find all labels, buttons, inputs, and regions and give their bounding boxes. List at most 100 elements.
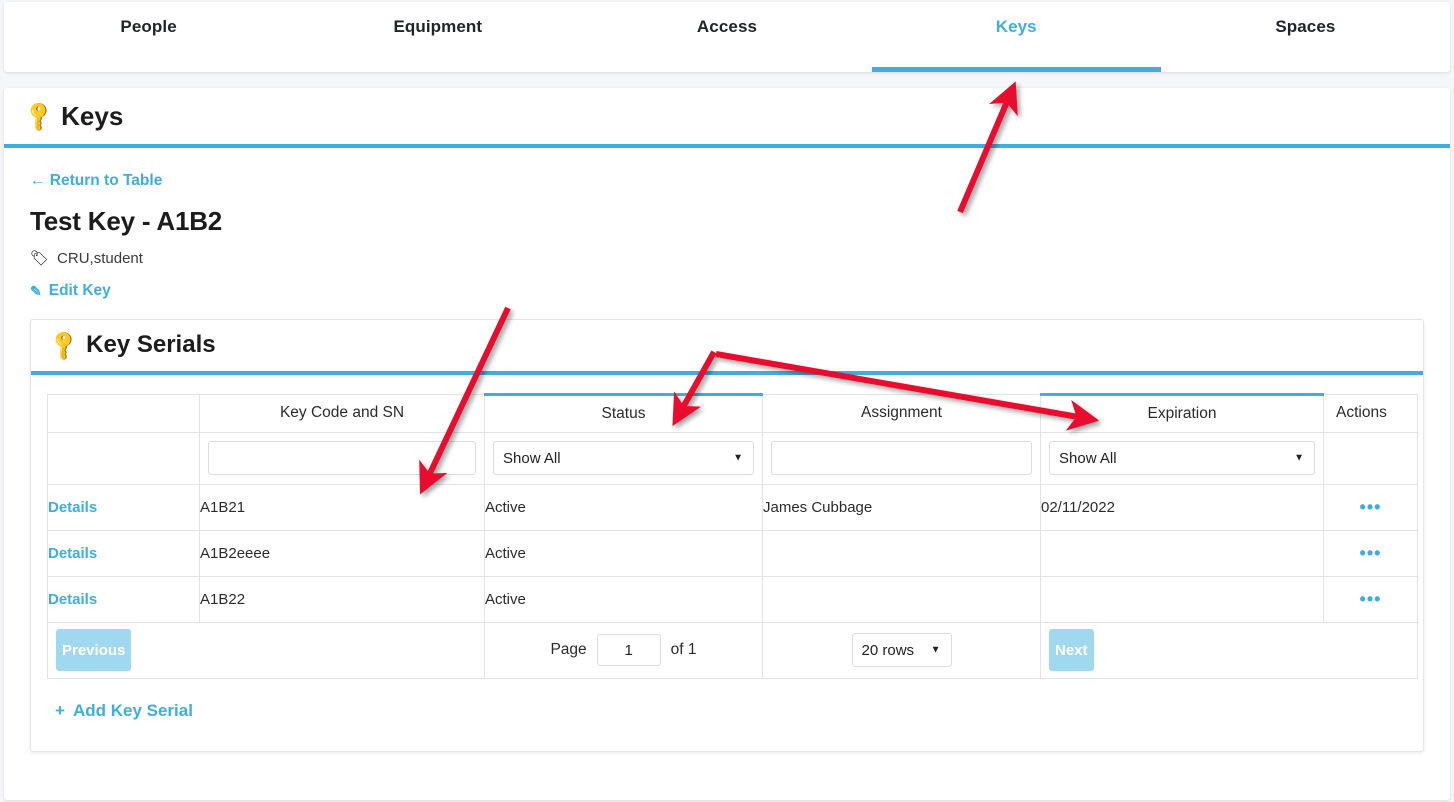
column-header-assignment[interactable]: Assignment [763,394,1041,432]
key-serials-header: 🔑 Key Serials [31,320,1423,375]
table-row: Details A1B2eeee Active ••• [48,530,1418,576]
page-body: ← Return to Table Test Key - A1B2 🏷 CRU,… [4,148,1450,752]
tag-icon: 🏷 [30,249,49,267]
return-to-table-link[interactable]: ← Return to Table [30,172,162,190]
tab-equipment[interactable]: Equipment [293,2,582,72]
tab-spaces[interactable]: Spaces [1161,2,1450,72]
status-filter-value: Show All [503,450,561,467]
filter-cell-status: Show All ▼ [485,432,763,484]
ellipsis-icon[interactable]: ••• [1360,543,1382,563]
ellipsis-icon[interactable]: ••• [1360,589,1382,609]
ellipsis-icon[interactable]: ••• [1360,497,1382,517]
key-detail-title: Test Key - A1B2 [30,206,1424,237]
row-status: Active [485,484,763,530]
tab-spaces-label: Spaces [1275,17,1335,37]
table-head: Key Code and SN Status Assignment Expira… [48,394,1418,432]
page-indicator: Page of 1 [485,634,762,666]
page-number-input[interactable] [597,634,661,666]
key-serials-table: Key Code and SN Status Assignment Expira… [47,393,1418,679]
column-header-actions: Actions [1324,394,1418,432]
tab-people-label: People [120,17,176,37]
add-key-serial-link[interactable]: + Add Key Serial [55,701,193,721]
key-icon: 🔑 [47,328,82,363]
status-filter-select[interactable]: Show All ▼ [493,441,754,475]
expiration-filter-value: Show All [1059,450,1117,467]
tab-keys-label: Keys [996,17,1037,37]
page-title-text: Keys [61,101,123,132]
row-expiration: 02/11/2022 [1041,484,1324,530]
row-details-cell: Details [48,576,200,622]
chevron-down-icon: ▼ [733,453,743,464]
column-header-status[interactable]: Status [485,394,763,432]
app-root: People Equipment Access Keys Spaces 🔑 Ke… [0,0,1454,802]
key-serials-title-text: Key Serials [86,331,215,359]
pagination-page-cell: Page of 1 [485,622,763,678]
tab-people[interactable]: People [4,2,293,72]
pagination-rows-cell: 20 rows ▼ [763,622,1041,678]
plus-icon: + [55,701,65,721]
previous-button[interactable]: Previous [56,629,131,671]
row-assignment [763,576,1041,622]
row-status: Active [485,576,763,622]
chevron-down-icon: ▼ [1294,453,1304,464]
table-row: Details A1B21 Active James Cubbage 02/11… [48,484,1418,530]
column-header-expiration[interactable]: Expiration [1041,394,1324,432]
filter-row: Show All ▼ Show All [48,432,1418,484]
add-key-serial-label: Add Key Serial [73,701,193,721]
pagination-next-cell: Next [1041,622,1418,678]
key-code-filter-input[interactable] [208,441,476,475]
edit-pencil-icon: ✎ [30,283,42,300]
pagination-prev-cell: Previous [48,622,485,678]
tab-access-label: Access [697,17,757,37]
row-assignment: James Cubbage [763,484,1041,530]
edit-key-link[interactable]: ✎ Edit Key [30,282,111,300]
main-navigation: People Equipment Access Keys Spaces [4,2,1450,72]
row-actions-cell: ••• [1324,576,1418,622]
keys-page-card: 🔑 Keys ← Return to Table Test Key - A1B2… [4,88,1450,800]
expiration-filter-select[interactable]: Show All ▼ [1049,441,1315,475]
next-button[interactable]: Next [1049,629,1094,671]
row-key-code: A1B2eeee [200,530,485,576]
filter-cell-actions [1324,432,1418,484]
page-title: 🔑 Keys [26,101,123,132]
filter-cell-assignment [763,432,1041,484]
chevron-down-icon: ▼ [931,645,941,656]
details-link[interactable]: Details [48,591,97,608]
edit-key-label: Edit Key [49,282,111,300]
row-assignment [763,530,1041,576]
key-tags-text: CRU,student [57,250,143,267]
header-row: Key Code and SN Status Assignment Expira… [48,394,1418,432]
tab-equipment-label: Equipment [393,17,482,37]
page-header: 🔑 Keys [4,88,1450,148]
row-actions-cell: ••• [1324,530,1418,576]
tab-keys[interactable]: Keys [872,2,1161,72]
row-details-cell: Details [48,484,200,530]
filter-cell-expiration: Show All ▼ [1041,432,1324,484]
row-status: Active [485,530,763,576]
row-actions-cell: ••• [1324,484,1418,530]
filter-cell-key-code [200,432,485,484]
key-serials-title: 🔑 Key Serials [51,331,216,359]
key-icon: 🔑 [22,99,57,134]
table-row: Details A1B22 Active ••• [48,576,1418,622]
page-total-label: of 1 [671,641,697,659]
details-link[interactable]: Details [48,499,97,516]
column-header-blank [48,394,200,432]
key-serials-card: 🔑 Key Serials Key Code and SN Status Ass… [30,319,1424,752]
key-tags: 🏷 CRU,student [30,249,1424,267]
row-key-code: A1B21 [200,484,485,530]
row-expiration [1041,530,1324,576]
assignment-filter-input[interactable] [771,441,1032,475]
row-key-code: A1B22 [200,576,485,622]
rows-per-page-value: 20 rows [862,642,915,659]
table-body: Show All ▼ Show All [48,432,1418,622]
key-serials-body: Key Code and SN Status Assignment Expira… [31,375,1423,751]
filter-cell-blank [48,432,200,484]
tab-access[interactable]: Access [582,2,871,72]
rows-per-page-select[interactable]: 20 rows ▼ [852,633,952,667]
row-details-cell: Details [48,530,200,576]
page-label: Page [550,641,586,659]
column-header-key-code[interactable]: Key Code and SN [200,394,485,432]
table-footer: Previous Page of 1 [48,622,1418,678]
details-link[interactable]: Details [48,545,97,562]
